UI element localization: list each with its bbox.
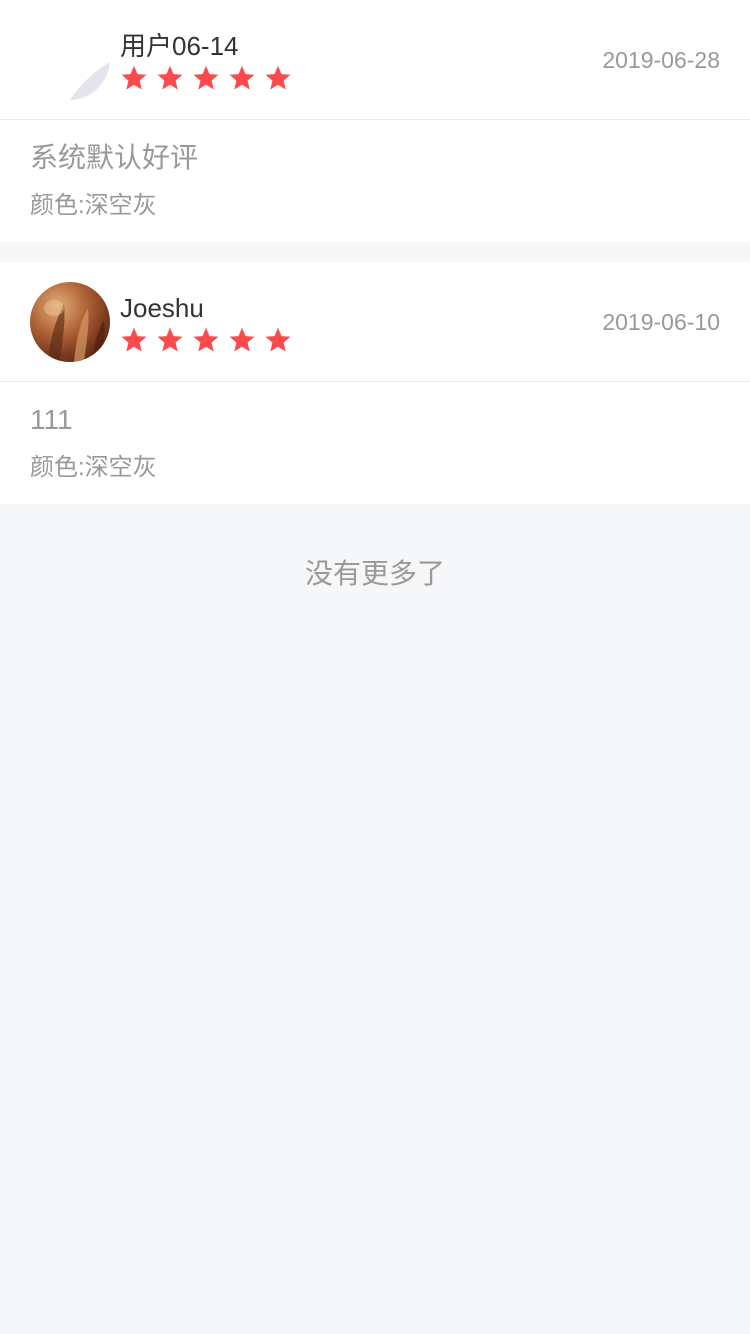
product-spec: 颜色:深空灰: [30, 454, 157, 481]
review-text: 111: [30, 404, 73, 435]
star-icon: [157, 327, 183, 352]
default-avatar-icon[interactable]: [30, 20, 110, 100]
star-icon: [265, 327, 291, 352]
review-body: 111 颜色:深空灰: [0, 382, 750, 504]
star-icon: [193, 327, 219, 352]
star-icon: [121, 65, 147, 90]
review-card: Joeshu 2019-06-10 111 颜色:深空灰: [0, 262, 750, 504]
no-more-label: 没有更多了: [304, 558, 445, 589]
review-date: 2019-06-28: [602, 47, 720, 73]
user-name: 用户06-14: [120, 31, 239, 61]
user-name: Joeshu: [120, 293, 204, 323]
review-body: 系统默认好评 颜色:深空灰: [0, 120, 750, 242]
rating-stars: [120, 64, 300, 92]
rating-stars: [120, 326, 300, 354]
star-icon: [157, 65, 183, 90]
star-icon: [229, 327, 255, 352]
user-photo-avatar[interactable]: [30, 282, 110, 362]
review-card: 用户06-14 2019-06-28 系统默认好评 颜色:深空灰: [0, 0, 750, 242]
star-icon: [193, 65, 219, 90]
star-icon: [265, 65, 291, 90]
review-text: 系统默认好评: [30, 142, 199, 173]
star-icon: [229, 65, 255, 90]
review-date: 2019-06-10: [602, 309, 720, 335]
review-header: 用户06-14 2019-06-28: [0, 0, 750, 120]
star-icon: [121, 327, 147, 352]
product-spec: 颜色:深空灰: [30, 192, 157, 219]
review-header: Joeshu 2019-06-10: [0, 262, 750, 382]
